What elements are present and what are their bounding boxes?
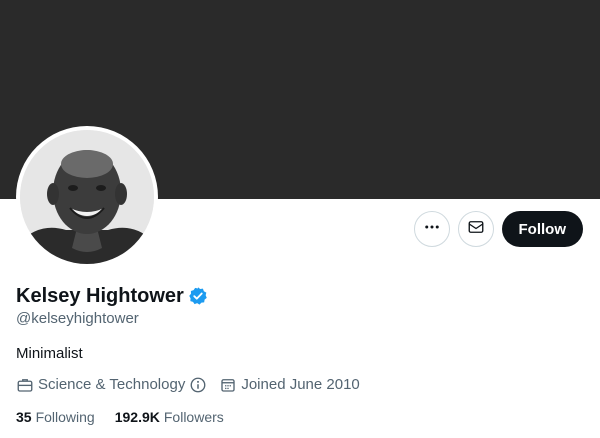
followers-count: 192.9K xyxy=(114,409,160,425)
message-button[interactable] xyxy=(457,211,494,247)
more-button[interactable] xyxy=(413,211,450,247)
more-horizontal-icon xyxy=(423,218,441,241)
display-name: Kelsey Hightower xyxy=(16,285,184,307)
profile-actions: Follow xyxy=(413,211,583,247)
category-item: Science & Technology xyxy=(16,376,207,394)
avatar[interactable] xyxy=(20,130,154,264)
name-row: Kelsey Hightower xyxy=(16,284,208,308)
profile-bio: Minimalist xyxy=(16,345,83,362)
following-label: Following xyxy=(35,409,95,425)
avatar-photo xyxy=(20,130,154,264)
followers-label: Followers xyxy=(163,409,224,425)
user-handle: @kelseyhightower xyxy=(16,310,139,327)
profile-meta: Science & Technology Joined June 2010 xyxy=(16,376,360,394)
joined-item: Joined June 2010 xyxy=(219,376,360,394)
following-link[interactable]: 35 Following xyxy=(16,408,95,426)
category-label: Science & Technology xyxy=(38,376,186,393)
followers-link[interactable]: 192.9K Followers xyxy=(115,408,224,426)
follow-stats: 35 Following 192.9K Followers xyxy=(16,408,224,426)
calendar-icon xyxy=(219,376,237,394)
info-circle-icon[interactable] xyxy=(189,376,207,394)
joined-date: Joined June 2010 xyxy=(241,376,360,393)
verified-badge-icon[interactable] xyxy=(188,286,208,306)
envelope-icon xyxy=(467,218,485,241)
briefcase-icon xyxy=(16,376,34,394)
following-count: 35 xyxy=(16,409,32,425)
follow-button[interactable]: Follow xyxy=(501,211,583,247)
